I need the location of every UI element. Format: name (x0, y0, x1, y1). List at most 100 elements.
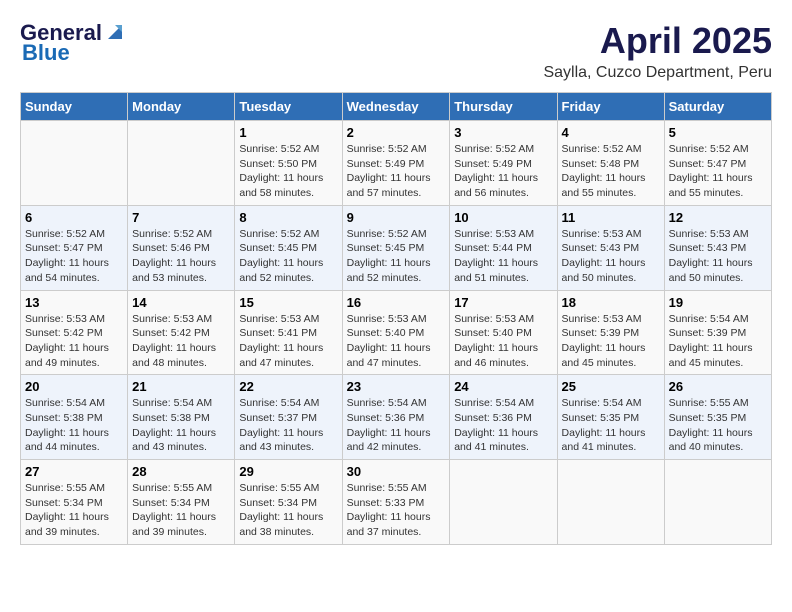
calendar-cell (664, 460, 771, 545)
header-cell-saturday: Saturday (664, 93, 771, 121)
calendar-cell: 14 Sunrise: 5:53 AMSunset: 5:42 PMDayligh… (128, 290, 235, 375)
logo-blue: Blue (22, 40, 70, 66)
day-number: 26 (669, 379, 767, 394)
calendar-cell: 13 Sunrise: 5:53 AMSunset: 5:42 PMDayligh… (21, 290, 128, 375)
calendar-cell (450, 460, 557, 545)
header-cell-friday: Friday (557, 93, 664, 121)
day-number: 27 (25, 464, 123, 479)
day-info: Sunrise: 5:55 AMSunset: 5:34 PMDaylight:… (239, 481, 337, 540)
logo-icon (104, 21, 126, 43)
calendar-cell: 26Sunrise: 5:55 AMSunset: 5:35 PMDayligh… (664, 375, 771, 460)
day-info: Sunrise: 5:55 AMSunset: 5:34 PMDaylight:… (25, 481, 123, 540)
calendar-week-3: 13 Sunrise: 5:53 AMSunset: 5:42 PMDayligh… (21, 290, 772, 375)
day-number: 20 (25, 379, 123, 394)
calendar-title: April 2025 (543, 20, 772, 62)
day-number: 14 (132, 295, 230, 310)
calendar-cell: 12Sunrise: 5:53 AMSunset: 5:43 PMDayligh… (664, 205, 771, 290)
day-info: Sunrise: 5:53 AMSunset: 5:44 PMDaylight:… (454, 227, 552, 286)
day-number: 21 (132, 379, 230, 394)
calendar-cell: 25 Sunrise: 5:54 AMSunset: 5:35 PMDayligh… (557, 375, 664, 460)
day-number: 28 (132, 464, 230, 479)
calendar-cell: 19 Sunrise: 5:54 AMSunset: 5:39 PMDayligh… (664, 290, 771, 375)
day-info: Sunrise: 5:53 AMSunset: 5:40 PMDaylight:… (454, 312, 552, 371)
day-number: 5 (669, 125, 767, 140)
day-info: Sunrise: 5:54 AMSunset: 5:37 PMDaylight:… (239, 396, 337, 455)
day-number: 23 (347, 379, 446, 394)
day-info: Sunrise: 5:54 AMSunset: 5:38 PMDaylight:… (25, 396, 123, 455)
day-number: 22 (239, 379, 337, 394)
day-number: 18 (562, 295, 660, 310)
day-number: 6 (25, 210, 123, 225)
day-info: Sunrise: 5:54 AMSunset: 5:36 PMDaylight:… (347, 396, 446, 455)
title-area: April 2025 Saylla, Cuzco Department, Per… (543, 20, 772, 82)
calendar-cell: 24 Sunrise: 5:54 AMSunset: 5:36 PMDayligh… (450, 375, 557, 460)
calendar-cell (557, 460, 664, 545)
day-number: 30 (347, 464, 446, 479)
calendar-week-1: 1 Sunrise: 5:52 AMSunset: 5:50 PMDaylight… (21, 121, 772, 206)
calendar-table: SundayMondayTuesdayWednesdayThursdayFrid… (20, 92, 772, 545)
day-info: Sunrise: 5:52 AMSunset: 5:45 PMDaylight:… (239, 227, 337, 286)
day-info: Sunrise: 5:52 AMSunset: 5:47 PMDaylight:… (669, 142, 767, 201)
calendar-cell: 9Sunrise: 5:52 AMSunset: 5:45 PMDaylight… (342, 205, 450, 290)
header-cell-thursday: Thursday (450, 93, 557, 121)
calendar-week-2: 6Sunrise: 5:52 AMSunset: 5:47 PMDaylight… (21, 205, 772, 290)
day-info: Sunrise: 5:54 AMSunset: 5:36 PMDaylight:… (454, 396, 552, 455)
day-number: 2 (347, 125, 446, 140)
day-number: 13 (25, 295, 123, 310)
calendar-body: 1 Sunrise: 5:52 AMSunset: 5:50 PMDaylight… (21, 121, 772, 545)
calendar-header-row: SundayMondayTuesdayWednesdayThursdayFrid… (21, 93, 772, 121)
calendar-cell: 29 Sunrise: 5:55 AMSunset: 5:34 PMDayligh… (235, 460, 342, 545)
day-number: 9 (347, 210, 446, 225)
calendar-cell: 15 Sunrise: 5:53 AMSunset: 5:41 PMDayligh… (235, 290, 342, 375)
day-number: 15 (239, 295, 337, 310)
calendar-cell: 1 Sunrise: 5:52 AMSunset: 5:50 PMDaylight… (235, 121, 342, 206)
day-info: Sunrise: 5:52 AMSunset: 5:48 PMDaylight:… (562, 142, 660, 201)
day-number: 1 (239, 125, 337, 140)
logo: General Blue (20, 20, 126, 66)
day-number: 4 (562, 125, 660, 140)
day-info: Sunrise: 5:53 AMSunset: 5:43 PMDaylight:… (562, 227, 660, 286)
day-number: 17 (454, 295, 552, 310)
day-info: Sunrise: 5:53 AMSunset: 5:40 PMDaylight:… (347, 312, 446, 371)
calendar-cell (128, 121, 235, 206)
day-number: 25 (562, 379, 660, 394)
calendar-cell: 22 Sunrise: 5:54 AMSunset: 5:37 PMDayligh… (235, 375, 342, 460)
day-info: Sunrise: 5:53 AMSunset: 5:42 PMDaylight:… (132, 312, 230, 371)
calendar-cell: 11Sunrise: 5:53 AMSunset: 5:43 PMDayligh… (557, 205, 664, 290)
calendar-cell: 21Sunrise: 5:54 AMSunset: 5:38 PMDayligh… (128, 375, 235, 460)
day-number: 29 (239, 464, 337, 479)
calendar-cell: 4 Sunrise: 5:52 AMSunset: 5:48 PMDaylight… (557, 121, 664, 206)
day-info: Sunrise: 5:52 AMSunset: 5:49 PMDaylight:… (347, 142, 446, 201)
header-cell-sunday: Sunday (21, 93, 128, 121)
day-info: Sunrise: 5:53 AMSunset: 5:41 PMDaylight:… (239, 312, 337, 371)
calendar-cell: 23 Sunrise: 5:54 AMSunset: 5:36 PMDayligh… (342, 375, 450, 460)
calendar-cell: 17 Sunrise: 5:53 AMSunset: 5:40 PMDayligh… (450, 290, 557, 375)
calendar-week-5: 27 Sunrise: 5:55 AMSunset: 5:34 PMDayligh… (21, 460, 772, 545)
day-info: Sunrise: 5:54 AMSunset: 5:35 PMDaylight:… (562, 396, 660, 455)
header-cell-tuesday: Tuesday (235, 93, 342, 121)
calendar-week-4: 20 Sunrise: 5:54 AMSunset: 5:38 PMDayligh… (21, 375, 772, 460)
day-info: Sunrise: 5:53 AMSunset: 5:39 PMDaylight:… (562, 312, 660, 371)
calendar-cell: 5 Sunrise: 5:52 AMSunset: 5:47 PMDaylight… (664, 121, 771, 206)
header: General Blue April 2025 Saylla, Cuzco De… (20, 20, 772, 82)
day-info: Sunrise: 5:55 AMSunset: 5:33 PMDaylight:… (347, 481, 446, 540)
calendar-cell: 16 Sunrise: 5:53 AMSunset: 5:40 PMDayligh… (342, 290, 450, 375)
day-number: 16 (347, 295, 446, 310)
day-number: 24 (454, 379, 552, 394)
calendar-cell: 6Sunrise: 5:52 AMSunset: 5:47 PMDaylight… (21, 205, 128, 290)
header-cell-wednesday: Wednesday (342, 93, 450, 121)
calendar-cell: 3Sunrise: 5:52 AMSunset: 5:49 PMDaylight… (450, 121, 557, 206)
day-info: Sunrise: 5:52 AMSunset: 5:46 PMDaylight:… (132, 227, 230, 286)
header-cell-monday: Monday (128, 93, 235, 121)
calendar-cell: 27 Sunrise: 5:55 AMSunset: 5:34 PMDayligh… (21, 460, 128, 545)
day-info: Sunrise: 5:54 AMSunset: 5:39 PMDaylight:… (669, 312, 767, 371)
day-info: Sunrise: 5:52 AMSunset: 5:49 PMDaylight:… (454, 142, 552, 201)
calendar-cell: 2 Sunrise: 5:52 AMSunset: 5:49 PMDaylight… (342, 121, 450, 206)
calendar-cell: 10Sunrise: 5:53 AMSunset: 5:44 PMDayligh… (450, 205, 557, 290)
day-info: Sunrise: 5:53 AMSunset: 5:42 PMDaylight:… (25, 312, 123, 371)
day-number: 19 (669, 295, 767, 310)
day-number: 7 (132, 210, 230, 225)
calendar-subtitle: Saylla, Cuzco Department, Peru (543, 64, 772, 82)
day-number: 12 (669, 210, 767, 225)
day-info: Sunrise: 5:52 AMSunset: 5:50 PMDaylight:… (239, 142, 337, 201)
